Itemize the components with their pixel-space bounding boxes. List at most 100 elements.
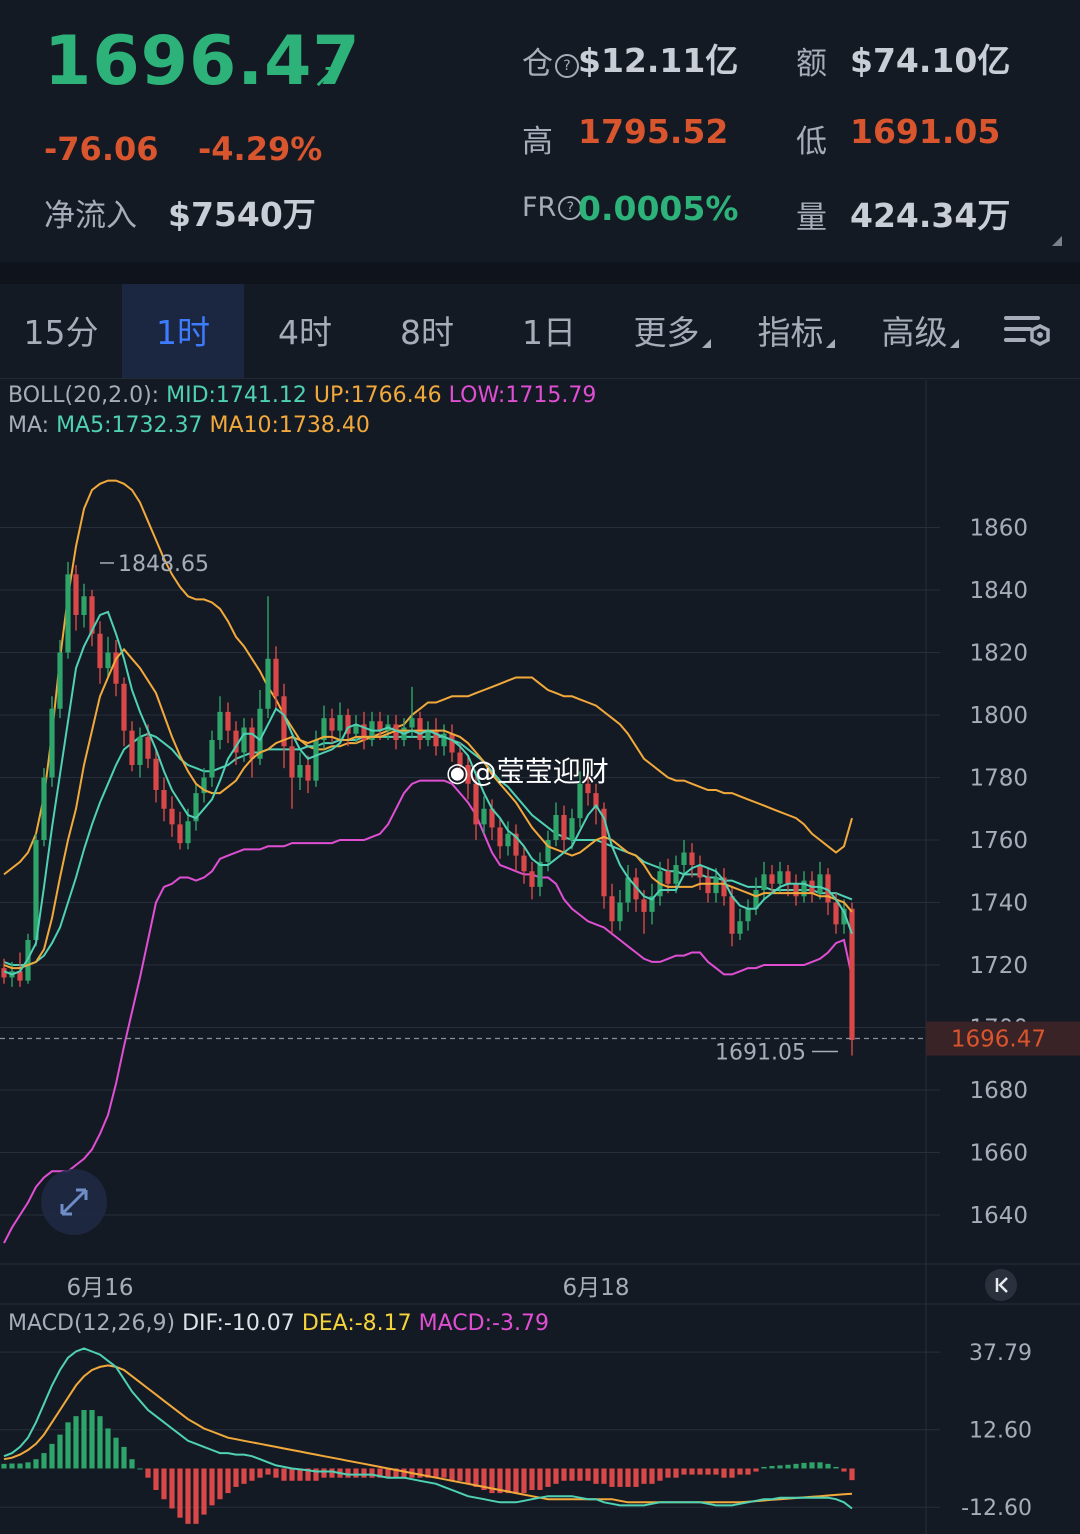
macd-histogram-bar: [849, 1468, 855, 1481]
macd-histogram-bar: [665, 1468, 671, 1478]
macd-histogram-bar: [145, 1468, 151, 1478]
candle-body: [177, 824, 183, 844]
watermark-text: @莹莹迎财: [468, 755, 609, 788]
price-tick-label: 1820: [969, 641, 1028, 667]
candle-body: [681, 852, 687, 865]
boll-lower-line: [3, 779, 853, 1244]
chart-settings-icon[interactable]: [1004, 312, 1054, 352]
macd-histogram-bar: [801, 1462, 807, 1469]
macd-histogram-bar: [41, 1453, 47, 1469]
candle-body: [561, 815, 567, 840]
macd-histogram-bar: [241, 1468, 247, 1484]
macd-histogram-bar: [705, 1468, 711, 1475]
candle-body: [313, 740, 319, 781]
macd-histogram-bar: [329, 1468, 335, 1478]
candle-body: [617, 902, 623, 922]
tab-advanced[interactable]: 高级: [858, 284, 982, 378]
volume-value: 424.34万: [850, 196, 1011, 235]
tab-indicators[interactable]: 指标: [734, 284, 858, 378]
tab-more[interactable]: 更多: [610, 284, 734, 378]
macd-histogram-bar: [561, 1468, 567, 1481]
macd-histogram-bar: [105, 1428, 111, 1469]
macd-histogram-bar: [89, 1410, 95, 1469]
candle-body: [673, 865, 679, 884]
boll-low-value: LOW:1715.79: [448, 383, 597, 408]
macd-histogram-bar: [793, 1463, 799, 1469]
macd-histogram-bar: [545, 1468, 551, 1487]
ma10-value: MA10:1738.40: [209, 413, 370, 438]
help-icon[interactable]: ?: [555, 54, 579, 78]
tab-label: 高级: [881, 313, 948, 352]
time-tick-label: 6月18: [563, 1275, 630, 1301]
macd-histogram-bar: [825, 1463, 831, 1469]
macd-histogram-bar: [233, 1468, 239, 1487]
candle-body: [737, 921, 743, 934]
expand-corner-icon[interactable]: [1052, 236, 1062, 246]
price-tick-label: 1720: [969, 953, 1028, 979]
up-arrow-icon: ↗: [312, 56, 341, 96]
macd-histogram-bar: [257, 1468, 263, 1478]
macd-tick-label: 12.60: [969, 1419, 1032, 1444]
macd-dea-value: DEA:-8.17: [301, 1311, 412, 1336]
dropdown-corner-icon: [825, 339, 835, 348]
boll-upper-line: [3, 479, 853, 876]
macd-histogram-bar: [401, 1468, 407, 1478]
candle-body: [249, 727, 255, 759]
tab-1h[interactable]: 1时: [122, 284, 244, 378]
price-tick-label: 1680: [969, 1078, 1028, 1104]
price-tick-label: 1640: [969, 1203, 1028, 1229]
candle-body: [409, 718, 415, 728]
low-marker-label: 1691.05: [715, 1040, 806, 1065]
macd-histogram-bar: [209, 1468, 215, 1506]
volume-label: 量: [796, 200, 827, 236]
tab-label: 更多: [633, 313, 700, 352]
candlesticks: [1, 561, 855, 1056]
macd-histogram-bar: [809, 1462, 815, 1469]
macd-histogram-bar: [673, 1468, 679, 1478]
macd-histogram-bar: [761, 1466, 767, 1469]
dropdown-corner-icon: [701, 339, 711, 348]
dropdown-corner-icon: [949, 339, 959, 348]
turnover-value: $74.10亿: [850, 41, 1011, 80]
macd-histogram-bar: [97, 1416, 103, 1469]
macd-histogram-bar: [153, 1468, 159, 1490]
price-tick-label: 1860: [969, 516, 1028, 542]
tab-label: 8时: [400, 313, 454, 352]
tab-15m[interactable]: 15分: [0, 284, 122, 378]
macd-histogram-bar: [137, 1468, 143, 1470]
macd-histogram-bar: [353, 1468, 359, 1478]
macd-tick-label: 37.79: [969, 1341, 1032, 1366]
macd-histogram-bar: [441, 1468, 447, 1478]
candle-body: [529, 871, 535, 887]
candle-body: [73, 574, 79, 615]
candle-body: [305, 765, 311, 781]
candle-body: [569, 818, 575, 840]
macd-legend-prefix: MACD(12,26,9): [8, 1311, 176, 1336]
macd-histogram-bar: [289, 1468, 295, 1481]
tab-1d[interactable]: 1日: [488, 284, 610, 378]
macd-histogram-bar: [1, 1463, 7, 1469]
open-interest-label[interactable]: 仓?: [522, 38, 579, 83]
macd-histogram-bar: [745, 1468, 751, 1475]
funding-rate-label[interactable]: FR?: [522, 192, 583, 223]
macd-histogram-bar: [361, 1468, 367, 1478]
macd-histogram-bar: [25, 1462, 31, 1469]
candle-body: [817, 874, 823, 894]
ma-legend: MA: MA5:1732.37 MA10:1738.40: [8, 413, 370, 438]
macd-histogram-bar: [49, 1443, 55, 1469]
candle-body: [729, 896, 735, 934]
candle-body: [225, 711, 231, 731]
chart-canvas[interactable]: 1860184018201800178017601740172017001680…: [0, 380, 1080, 1534]
high-value: 1795.52: [578, 112, 729, 151]
candle-body: [417, 718, 423, 740]
tab-4h[interactable]: 4时: [244, 284, 366, 378]
macd-histogram-bar: [513, 1468, 519, 1494]
tab-8h[interactable]: 8时: [366, 284, 488, 378]
candle-body: [521, 855, 527, 872]
candle-body: [337, 715, 343, 731]
candle-body: [145, 736, 151, 759]
candle-body: [241, 727, 247, 753]
ma10-line: [3, 647, 853, 970]
boll-mid-line: [3, 732, 853, 966]
candle-body: [129, 730, 135, 765]
